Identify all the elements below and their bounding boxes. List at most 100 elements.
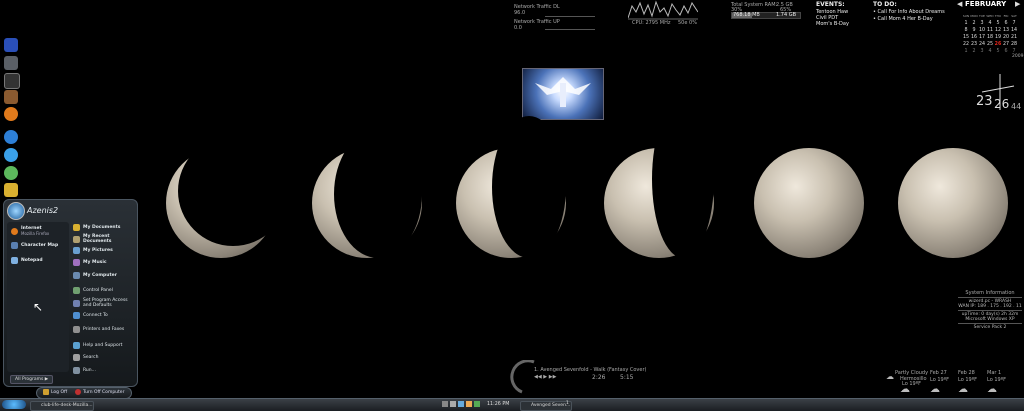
place-icon <box>73 342 80 349</box>
calendar-day[interactable]: 22 <box>962 41 970 48</box>
calendar-day[interactable]: 6 <box>1002 48 1010 55</box>
calendar-day[interactable]: 15 <box>962 34 970 41</box>
terminal-icon[interactable] <box>4 73 20 89</box>
calendar-day[interactable]: 19 <box>994 34 1002 41</box>
pinned-item-notepad[interactable]: Notepad <box>11 255 43 265</box>
weather-day-temp: Lo 19ºF <box>930 377 949 383</box>
calendar-day[interactable]: 2 <box>970 48 978 55</box>
calendar-day[interactable]: 4 <box>986 48 994 55</box>
places-item[interactable]: Set Program Access and Defaults <box>73 298 134 308</box>
calendar-day[interactable]: 27 <box>1002 41 1010 48</box>
weather-now-icon: ☁ <box>886 372 894 381</box>
cpu-graph <box>628 0 698 20</box>
calendar-day[interactable]: 25 <box>986 41 994 48</box>
moon-phase-3 <box>456 116 566 258</box>
places-item-label: Help and Support <box>83 343 123 348</box>
calendar-day[interactable]: 18 <box>986 34 994 41</box>
calendar-day[interactable]: 5 <box>994 48 1002 55</box>
taskbar-clock[interactable]: 11:26 PM <box>487 402 509 407</box>
internet-explorer-icon[interactable] <box>4 130 18 144</box>
pinned-item-sub: Mozilla Firefox <box>21 231 50 236</box>
pinned-item-character-map[interactable]: Character Map <box>11 240 58 250</box>
places-item[interactable]: My Music <box>73 259 107 266</box>
trash-icon[interactable] <box>4 56 18 70</box>
places-item-label: My Music <box>83 260 107 265</box>
places-panel: My Documents My Recent Documents My Pictur… <box>70 222 134 382</box>
calendar-day[interactable]: 12 <box>994 27 1002 34</box>
calendar-day[interactable]: 23 <box>970 41 978 48</box>
firefox-icon[interactable] <box>4 107 18 121</box>
tray-icon[interactable] <box>466 401 472 407</box>
calendar-day[interactable]: 4 <box>986 20 994 27</box>
moon-phase-2 <box>312 130 422 258</box>
messenger-icon[interactable] <box>4 166 18 180</box>
places-item-label: Connect To <box>83 313 108 318</box>
calendar-day[interactable]: 8 <box>962 27 970 34</box>
places-item[interactable]: Run... <box>73 367 96 374</box>
clock-second: 44 <box>1011 102 1022 111</box>
calendar-day-header: MON <box>970 14 978 18</box>
cursor-icon: ↖ <box>33 300 44 314</box>
turnoff-button[interactable]: Turn Off Computer <box>75 389 124 395</box>
tray-icon[interactable] <box>458 401 464 407</box>
taskbar-item-label: 1 <box>566 401 569 406</box>
calendar-day[interactable]: 6 <box>1002 20 1010 27</box>
network-ul-value: 0.0 <box>514 25 522 31</box>
calendar-day[interactable]: 1 <box>962 20 970 27</box>
taskbar-item-number[interactable]: 1 <box>566 401 569 406</box>
pinned-item-internet[interactable]: Internet Mozilla Firefox <box>11 224 49 238</box>
calendar-day[interactable]: 1 <box>962 48 970 55</box>
tray-icon[interactable] <box>474 401 480 407</box>
all-programs-button[interactable]: All Programs ▶ <box>10 375 54 384</box>
calendar-day[interactable]: 20 <box>1002 34 1010 41</box>
calendar-day[interactable]: 3 <box>978 20 986 27</box>
calendar-day[interactable]: 10 <box>978 27 986 34</box>
play-icon[interactable]: ▶ <box>543 374 547 380</box>
calendar-day[interactable]: 3 <box>978 48 986 55</box>
calendar-day[interactable]: 2 <box>970 20 978 27</box>
calendar-day[interactable]: 24 <box>978 41 986 48</box>
places-item-label: Set Program Access and Defaults <box>83 298 128 308</box>
calendar-day[interactable]: 14 <box>1010 27 1018 34</box>
places-item[interactable]: Search <box>73 354 98 361</box>
calendar-next-icon[interactable]: ▶ <box>1015 0 1020 8</box>
places-item-label: My Recent Documents <box>83 234 112 244</box>
places-item[interactable]: Help and Support <box>73 342 122 349</box>
calendar-day[interactable]: 5 <box>994 20 1002 27</box>
taskbar-item-label: Avenged Seven... <box>531 403 571 408</box>
user-avatar[interactable] <box>7 202 25 220</box>
calendar-day[interactable]: 11 <box>986 27 994 34</box>
places-item[interactable]: Connect To <box>73 312 108 319</box>
next-track-icon[interactable]: ▶▶ <box>549 374 557 380</box>
logoff-button[interactable]: Log Off <box>43 389 67 395</box>
places-item[interactable]: My Computer <box>73 272 117 279</box>
calendar-day[interactable]: 21 <box>1010 34 1018 41</box>
calendar-prev-icon[interactable]: ◀ <box>957 0 962 8</box>
folder-icon[interactable] <box>4 38 18 52</box>
tray-icon[interactable] <box>450 401 456 407</box>
calendar-day[interactable]: 16 <box>970 34 978 41</box>
tools-icon[interactable] <box>4 90 18 104</box>
calendar-day[interactable]: 13 <box>1002 27 1010 34</box>
wallpaper-thumbnail[interactable] <box>522 68 604 120</box>
ie-icon[interactable] <box>4 148 18 162</box>
tray-icon[interactable] <box>442 401 448 407</box>
firefox-icon <box>11 227 18 235</box>
key-icon <box>43 389 49 395</box>
places-item[interactable]: Control Panel <box>73 287 113 294</box>
calendar-day[interactable]: 17 <box>978 34 986 41</box>
prev-track-icon[interactable]: ◀◀ <box>534 374 542 380</box>
calendar-day[interactable]: 26 <box>994 41 1002 48</box>
calendar-day[interactable]: 9 <box>970 27 978 34</box>
places-item[interactable]: Printers and Faxes <box>73 326 124 333</box>
ram-row-left: 768.18 MB <box>733 12 760 18</box>
weather-icon: ☁ <box>987 384 997 395</box>
calendar-day[interactable]: 28 <box>1010 41 1018 48</box>
places-item[interactable]: My Recent Documents <box>73 234 134 244</box>
calendar-day[interactable]: 7 <box>1010 20 1018 27</box>
todo-title: TO DO: <box>873 1 897 8</box>
places-item[interactable]: My Documents <box>73 224 120 231</box>
users-icon[interactable] <box>4 183 18 197</box>
start-button[interactable] <box>2 400 26 409</box>
places-item[interactable]: My Pictures <box>73 247 113 254</box>
